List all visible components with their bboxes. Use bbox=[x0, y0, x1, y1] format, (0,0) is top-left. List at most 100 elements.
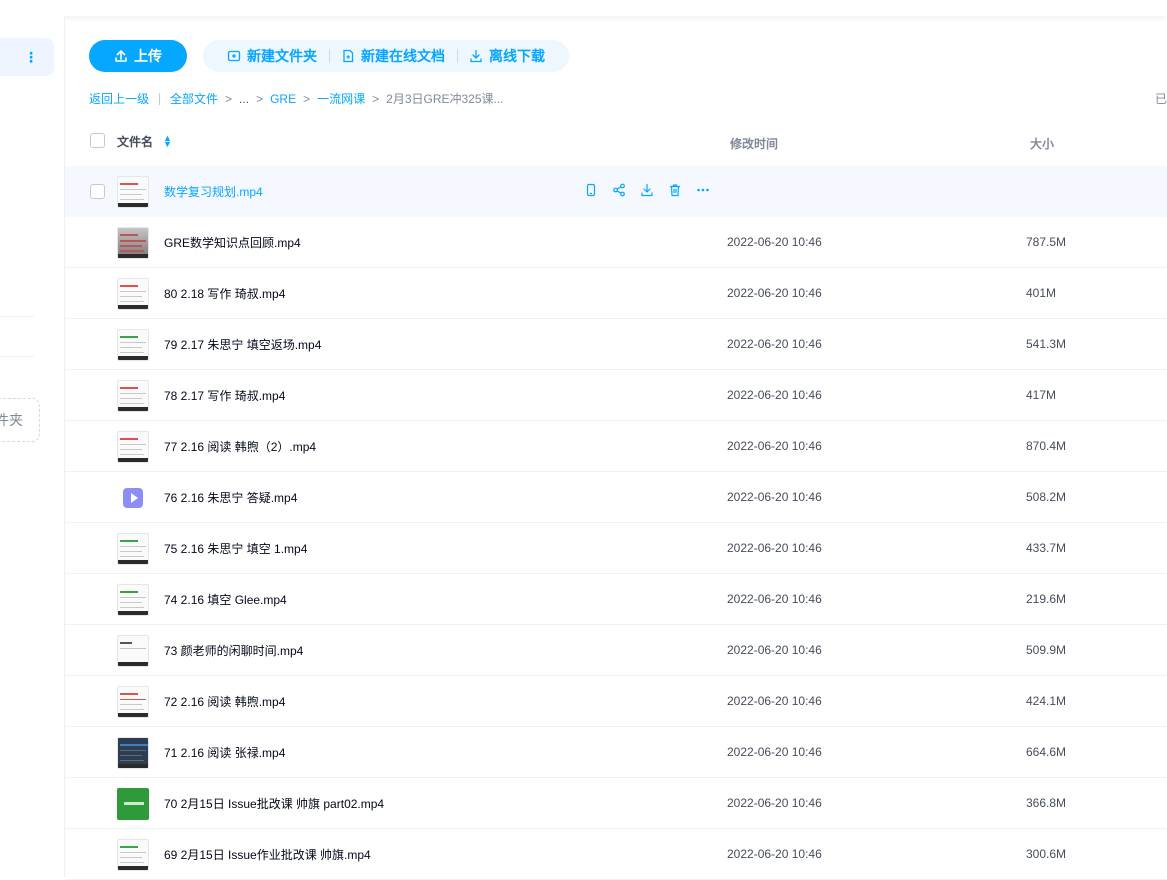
upload-button[interactable]: 上传 bbox=[89, 40, 187, 72]
download-icon bbox=[470, 49, 482, 63]
file-size: 870.4M bbox=[1026, 439, 1067, 453]
table-row[interactable]: 69 2月15日 Issue作业批改课 帅旗.mp4 2022-06-20 10… bbox=[65, 829, 1167, 880]
table-row[interactable]: 71 2.16 阅读 张禄.mp4 2022-06-20 10:46 664.6… bbox=[65, 727, 1167, 778]
file-size: 787.5M bbox=[1026, 235, 1067, 249]
file-time: 2022-06-20 10:46 bbox=[727, 745, 822, 759]
breadcrumb-course[interactable]: 一流网课 bbox=[317, 90, 365, 107]
file-name[interactable]: 72 2.16 阅读 韩煦.mp4 bbox=[164, 693, 285, 710]
file-thumbnail bbox=[117, 227, 149, 259]
new-folder-button[interactable]: 新建文件夹 bbox=[215, 46, 329, 66]
table-row[interactable]: 79 2.17 朱思宁 填空返场.mp4 2022-06-20 10:46 54… bbox=[65, 319, 1167, 370]
phone-icon[interactable] bbox=[584, 183, 598, 197]
file-name[interactable]: 75 2.16 朱思宁 填空 1.mp4 bbox=[164, 540, 307, 557]
file-name[interactable]: 78 2.17 写作 琦叔.mp4 bbox=[164, 387, 285, 404]
sidebar: ⋮ 件夹 bbox=[0, 16, 65, 877]
breadcrumb-ellipsis[interactable]: ... bbox=[239, 92, 249, 106]
file-time: 2022-06-20 10:46 bbox=[727, 439, 822, 453]
file-time: 2022-06-20 10:46 bbox=[727, 541, 822, 555]
column-header-name[interactable]: 文件名 bbox=[117, 133, 153, 150]
video-file-icon bbox=[117, 482, 149, 514]
file-thumbnail bbox=[117, 380, 149, 412]
file-name[interactable]: GRE数学知识点回顾.mp4 bbox=[164, 234, 301, 251]
file-name[interactable]: 69 2月15日 Issue作业批改课 帅旗.mp4 bbox=[164, 846, 371, 863]
file-thumbnail bbox=[117, 839, 149, 871]
download-icon[interactable] bbox=[640, 183, 654, 197]
file-name[interactable]: 79 2.17 朱思宁 填空返场.mp4 bbox=[164, 336, 321, 353]
loaded-count-hint: 已 bbox=[1155, 92, 1167, 106]
offline-download-label: 离线下载 bbox=[489, 48, 545, 64]
breadcrumb-back[interactable]: 返回上一级 bbox=[89, 90, 149, 107]
table-row[interactable]: GRE数学知识点回顾.mp4 2022-06-20 10:46 787.5M bbox=[65, 217, 1167, 268]
file-name[interactable]: 77 2.16 阅读 韩煦（2）.mp4 bbox=[164, 438, 316, 455]
file-size: 417M bbox=[1026, 388, 1057, 402]
file-thumbnail bbox=[117, 278, 149, 310]
file-thumbnail bbox=[117, 431, 149, 463]
row-actions bbox=[584, 183, 710, 197]
file-thumbnail bbox=[117, 686, 149, 718]
offline-download-button[interactable]: 离线下载 bbox=[457, 46, 557, 66]
table-row[interactable]: 80 2.18 写作 琦叔.mp4 2022-06-20 10:46 401M bbox=[65, 268, 1167, 319]
table-row[interactable]: 78 2.17 写作 琦叔.mp4 2022-06-20 10:46 417M bbox=[65, 370, 1167, 421]
new-doc-button[interactable]: 新建在线文档 bbox=[329, 46, 457, 66]
breadcrumb-gre[interactable]: GRE bbox=[270, 92, 296, 106]
file-name[interactable]: 76 2.16 朱思宁 答疑.mp4 bbox=[164, 489, 297, 506]
breadcrumb-separator: > bbox=[303, 91, 311, 106]
file-name[interactable]: 70 2月15日 Issue批改课 帅旗 part02.mp4 bbox=[164, 795, 384, 812]
file-size: 664.6M bbox=[1026, 745, 1067, 759]
file-name[interactable]: 71 2.16 阅读 张禄.mp4 bbox=[164, 744, 285, 761]
document-plus-icon bbox=[343, 49, 354, 63]
new-doc-label: 新建在线文档 bbox=[361, 48, 445, 64]
file-thumbnail bbox=[117, 584, 149, 616]
file-size: 366.8M bbox=[1026, 796, 1067, 810]
upload-label: 上传 bbox=[134, 48, 162, 64]
more-icon[interactable] bbox=[696, 183, 710, 197]
file-size: 541.3M bbox=[1026, 337, 1067, 351]
breadcrumb-separator: > bbox=[225, 91, 233, 106]
file-name[interactable]: 数学复习规划.mp4 bbox=[164, 183, 263, 200]
file-size: 219.6M bbox=[1026, 592, 1067, 606]
table-row[interactable]: 72 2.16 阅读 韩煦.mp4 2022-06-20 10:46 424.1… bbox=[65, 676, 1167, 727]
folder-plus-icon bbox=[227, 50, 241, 62]
table-row[interactable]: 76 2.16 朱思宁 答疑.mp4 2022-06-20 10:46 508.… bbox=[65, 472, 1167, 523]
file-name[interactable]: 73 颜老师的闲聊时间.mp4 bbox=[164, 642, 303, 659]
column-header-size[interactable]: 大小 bbox=[1030, 135, 1054, 152]
breadcrumb-separator: > bbox=[372, 91, 380, 106]
select-all-checkbox[interactable] bbox=[90, 133, 105, 148]
file-thumbnail bbox=[117, 329, 149, 361]
file-size: 509.9M bbox=[1026, 643, 1067, 657]
table-row[interactable]: 73 颜老师的闲聊时间.mp4 2022-06-20 10:46 509.9M bbox=[65, 625, 1167, 676]
sidebar-new-folder-button[interactable]: 件夹 bbox=[0, 398, 40, 442]
file-time: 2022-06-20 10:46 bbox=[727, 235, 822, 249]
row-checkbox[interactable] bbox=[90, 184, 105, 199]
new-folder-label: 新建文件夹 bbox=[247, 48, 317, 64]
table-row[interactable]: 数学复习规划.mp4 bbox=[65, 166, 1167, 217]
breadcrumb: 返回上一级 全部文件 > ... > GRE > 一流网课 > 2月3日GRE冲… bbox=[89, 90, 504, 107]
toolbar-group: 新建文件夹 新建在线文档 离线下载 bbox=[203, 40, 569, 72]
file-time: 2022-06-20 10:46 bbox=[727, 490, 822, 504]
file-time: 2022-06-20 10:46 bbox=[727, 286, 822, 300]
table-row[interactable]: 75 2.16 朱思宁 填空 1.mp4 2022-06-20 10:46 43… bbox=[65, 523, 1167, 574]
share-icon[interactable] bbox=[612, 183, 626, 197]
table-row[interactable]: 77 2.16 阅读 韩煦（2）.mp4 2022-06-20 10:46 87… bbox=[65, 421, 1167, 472]
trash-icon[interactable] bbox=[668, 183, 682, 197]
sidebar-divider bbox=[0, 356, 34, 357]
more-vertical-icon[interactable]: ⋮ bbox=[24, 48, 38, 66]
sidebar-active-item[interactable]: ⋮ bbox=[0, 38, 54, 76]
file-name[interactable]: 80 2.18 写作 琦叔.mp4 bbox=[164, 285, 285, 302]
file-time: 2022-06-20 10:46 bbox=[727, 337, 822, 351]
sort-icon[interactable]: ▲ ▼ bbox=[163, 134, 172, 149]
breadcrumb-separator: > bbox=[256, 91, 264, 106]
file-size: 433.7M bbox=[1026, 541, 1067, 555]
sidebar-divider bbox=[0, 316, 34, 317]
top-bar bbox=[0, 0, 1167, 16]
file-thumbnail bbox=[117, 788, 149, 820]
upload-icon bbox=[115, 50, 127, 62]
table-row[interactable]: 74 2.16 填空 Glee.mp4 2022-06-20 10:46 219… bbox=[65, 574, 1167, 625]
file-list: 数学复习规划.mp4 GRE数学知识点回顾.mp4 2022-06-20 10:… bbox=[65, 166, 1167, 880]
breadcrumb-all-files[interactable]: 全部文件 bbox=[170, 90, 218, 107]
file-time: 2022-06-20 10:46 bbox=[727, 643, 822, 657]
table-row[interactable]: 70 2月15日 Issue批改课 帅旗 part02.mp4 2022-06-… bbox=[65, 778, 1167, 829]
column-header-time[interactable]: 修改时间 bbox=[730, 135, 778, 152]
file-name[interactable]: 74 2.16 填空 Glee.mp4 bbox=[164, 591, 287, 608]
file-size: 401M bbox=[1026, 286, 1057, 300]
